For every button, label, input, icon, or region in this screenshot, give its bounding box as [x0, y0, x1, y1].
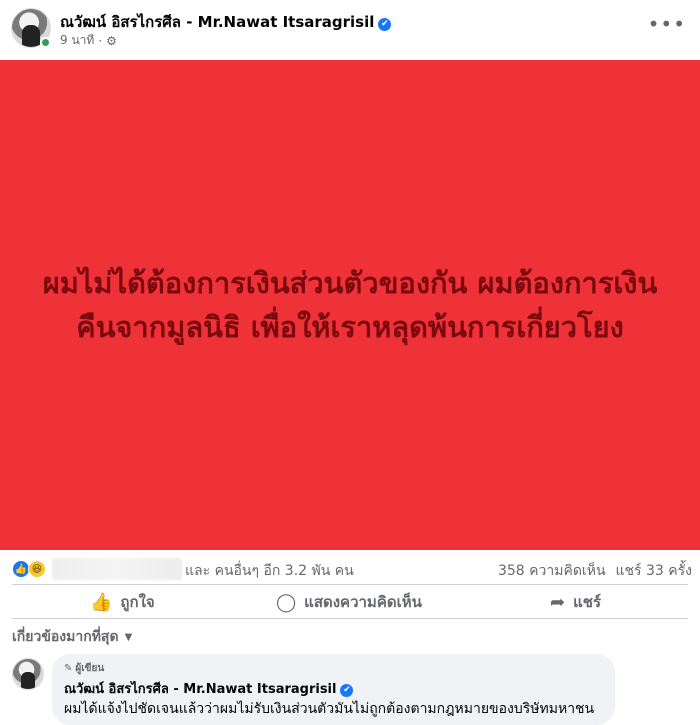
divider: [12, 584, 688, 585]
post-image-card[interactable]: ผมไม่ได้ต้องการเงินส่วนตัวของกัน ผมต้องก…: [0, 60, 700, 550]
pencil-icon: ✎: [64, 663, 73, 674]
more-options-icon[interactable]: •••: [648, 14, 686, 34]
comment-bubble-icon: ◯: [276, 591, 297, 613]
comment-bubble: ✎ ผู้เขียน ณวัฒน์ อิสรไกรศีล - Mr.Nawat …: [52, 654, 615, 725]
chevron-down-icon: ▼: [124, 631, 133, 643]
verified-badge-icon: ✔: [340, 684, 354, 697]
post-header: ณวัฒน์ อิสรไกรศีล - Mr.Nawat Itsaragrisi…: [0, 0, 700, 60]
comment-button-label: แสดงความคิดเห็น: [304, 593, 422, 611]
like-button-label: ถูกใจ: [120, 593, 155, 611]
author-badge-label: ผู้เขียน: [75, 663, 105, 674]
author-badge: ✎ ผู้เขียน: [64, 661, 104, 676]
post-meta: 9 นาที · ⚙: [60, 31, 117, 50]
reactions-others-text[interactable]: และ คนอื่นๆ อีก 3.2 พัน คน: [185, 560, 354, 582]
comment-count[interactable]: 358 ความคิดเห็น: [498, 560, 606, 582]
share-arrow-icon: ➦: [550, 591, 566, 613]
comment-sort-filter[interactable]: เกี่ยวข้องมากที่สุด ▼: [12, 626, 132, 648]
divider: [12, 618, 688, 619]
comment-text: ผมได้แจ้งไปชัดเจนแล้วว่าผมไม่รับเงินส่วน…: [64, 701, 595, 717]
engagement-counts: 358 ความคิดเห็น แชร์ 33 ครั้ง: [498, 560, 692, 582]
meta-separator: ·: [98, 33, 103, 48]
comment-button[interactable]: ◯ แสดงความคิดเห็น: [276, 588, 422, 616]
like-button[interactable]: 👍 ถูกใจ: [90, 588, 155, 616]
author-name-text[interactable]: ณวัฒน์ อิสรไกรศีล - Mr.Nawat Itsaragrisi…: [60, 13, 374, 31]
audience-gear-icon[interactable]: ⚙: [106, 34, 117, 48]
post-action-bar: 👍 ถูกใจ ◯ แสดงความคิดเห็น ➦ แชร์: [0, 586, 700, 616]
thumbs-up-icon: 👍: [90, 591, 113, 613]
filter-label: เกี่ยวข้องมากที่สุด: [12, 629, 119, 645]
share-button-label: แชร์: [573, 593, 601, 611]
comment-author-name[interactable]: ณวัฒน์ อิสรไกรศีล - Mr.Nawat Itsaragrisi…: [64, 678, 354, 699]
reactions-summary: 👍 😆 และ คนอื่นๆ อีก 3.2 พัน คน 358 ความค…: [0, 556, 700, 582]
online-status-dot: [40, 37, 51, 48]
post-message-text: ผมไม่ได้ต้องการเงินส่วนตัวของกัน ผมต้องก…: [42, 266, 658, 344]
share-count[interactable]: แชร์ 33 ครั้ง: [616, 560, 692, 582]
haha-reaction-icon[interactable]: 😆: [28, 560, 46, 578]
verified-badge-icon: ✔: [378, 18, 392, 31]
comment-author-text[interactable]: ณวัฒน์ อิสรไกรศีล - Mr.Nawat Itsaragrisi…: [64, 682, 336, 697]
share-button[interactable]: ➦ แชร์: [550, 588, 601, 616]
blurred-reactor-names: [52, 558, 182, 580]
comment-author-avatar[interactable]: [12, 658, 44, 690]
post-time[interactable]: 9 นาที: [60, 31, 94, 50]
